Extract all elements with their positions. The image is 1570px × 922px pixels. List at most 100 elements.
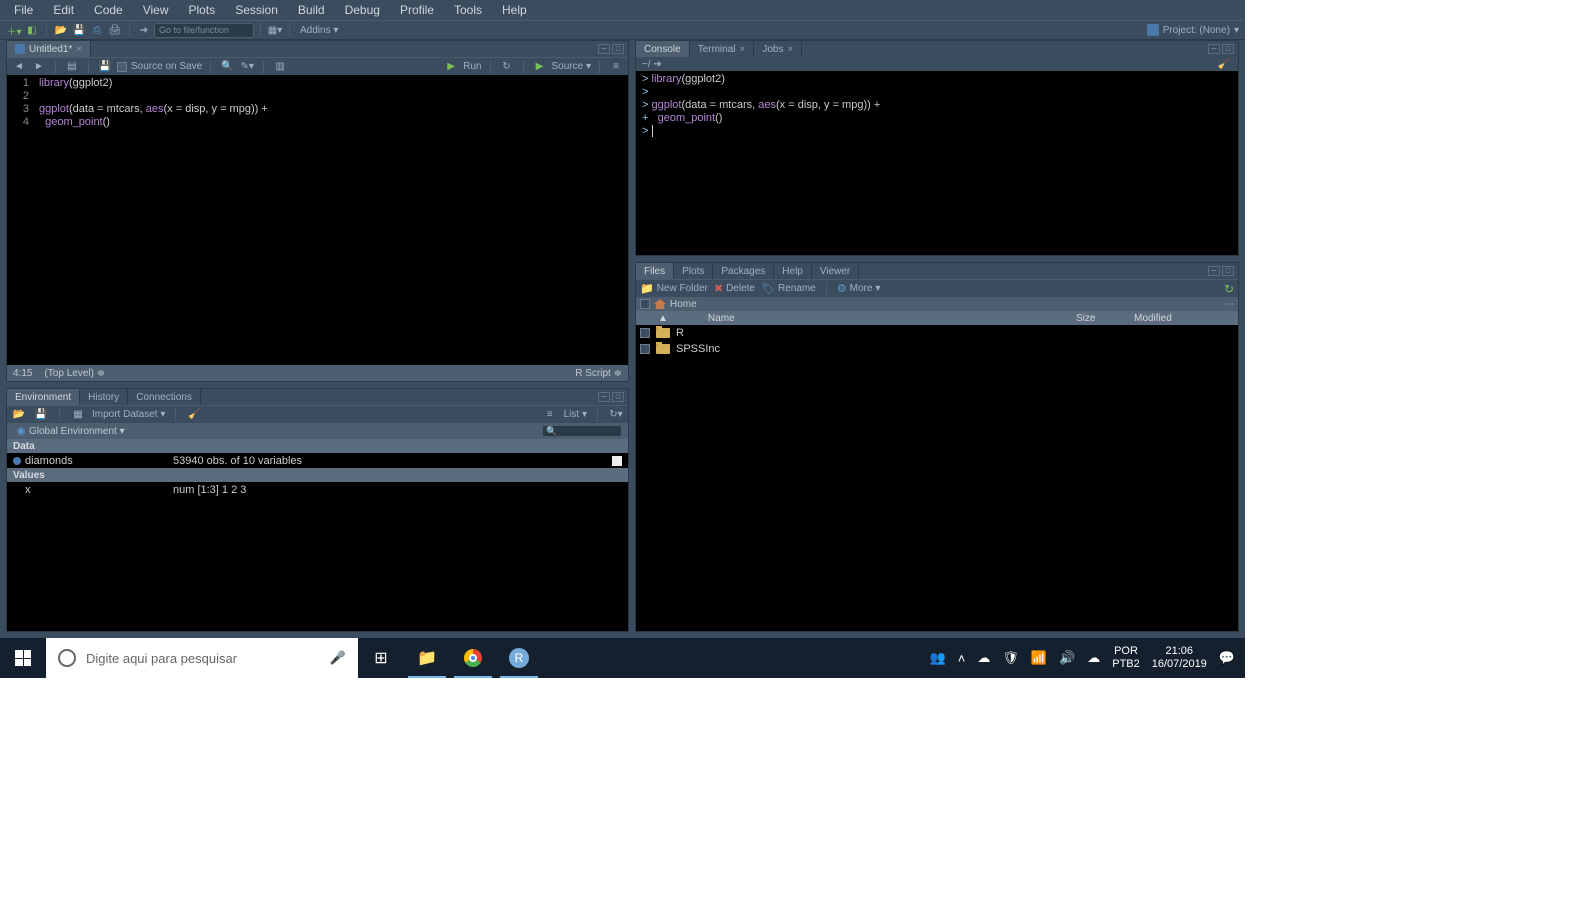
code-text[interactable]: library(ggplot2) ggplot(data = mtcars, a… bbox=[35, 75, 628, 365]
working-dir[interactable]: ~/ ➔ bbox=[642, 59, 662, 70]
tray-chevron-icon[interactable]: ˄ bbox=[958, 651, 966, 666]
tab-jobs[interactable]: Jobs × bbox=[754, 41, 802, 57]
run-button[interactable]: Run bbox=[463, 61, 481, 72]
file-row[interactable]: SPSSInc bbox=[636, 341, 1238, 357]
language-indicator[interactable]: PORPTB2 bbox=[1112, 645, 1140, 671]
wifi-icon[interactable]: 📶 bbox=[1031, 650, 1047, 666]
task-view-icon[interactable]: ⊞ bbox=[358, 638, 404, 678]
tab-terminal[interactable]: Terminal × bbox=[690, 41, 755, 57]
rstudio-icon[interactable]: R bbox=[496, 638, 542, 678]
new-folder-button[interactable]: 📁New Folder bbox=[640, 282, 708, 295]
view-data-icon[interactable] bbox=[612, 456, 622, 466]
scope-selector[interactable]: Global Environment ▾ bbox=[29, 426, 125, 437]
env-row-x[interactable]: x num [1:3] 1 2 3 bbox=[7, 482, 628, 497]
source-tab[interactable]: Untitled1* × bbox=[7, 41, 91, 57]
file-row[interactable]: R bbox=[636, 325, 1238, 341]
import-icon[interactable]: ▦ bbox=[70, 407, 86, 423]
close-icon[interactable]: × bbox=[787, 44, 793, 55]
menu-session[interactable]: Session bbox=[225, 3, 288, 17]
select-all-checkbox[interactable] bbox=[640, 299, 650, 309]
menu-debug[interactable]: Debug bbox=[335, 3, 390, 17]
more-path-icon[interactable]: ⋯ bbox=[1224, 299, 1234, 310]
cloud-icon[interactable]: ☁ bbox=[1087, 650, 1100, 666]
close-icon[interactable]: × bbox=[740, 44, 746, 55]
outline-icon[interactable]: ≡ bbox=[608, 59, 624, 75]
clock[interactable]: 21:0616/07/2019 bbox=[1152, 645, 1207, 671]
delete-button[interactable]: ✖Delete bbox=[714, 282, 755, 295]
run-icon[interactable]: ▶ bbox=[443, 59, 459, 75]
addins-menu[interactable]: Addins ▾ bbox=[296, 25, 342, 36]
menu-view[interactable]: View bbox=[133, 3, 179, 17]
onedrive-icon[interactable]: ☁ bbox=[977, 650, 990, 666]
grid-icon[interactable]: ▦▾ bbox=[267, 22, 283, 38]
source-icon[interactable]: ▶ bbox=[532, 59, 548, 75]
open-file-icon[interactable]: 📂 bbox=[53, 22, 69, 38]
refresh-icon[interactable]: ↻▾ bbox=[608, 407, 624, 423]
volume-icon[interactable]: 🔊 bbox=[1059, 650, 1075, 666]
menu-tools[interactable]: Tools bbox=[444, 3, 492, 17]
save-icon[interactable]: 💾 bbox=[71, 22, 87, 38]
taskbar-search[interactable]: Digite aqui para pesquisar 🎤 bbox=[46, 638, 358, 678]
env-row-diamonds[interactable]: diamonds 53940 obs. of 10 variables bbox=[7, 453, 628, 468]
more-button[interactable]: ⚙More ▾ bbox=[837, 282, 881, 295]
maximize-icon[interactable]: □ bbox=[1222, 266, 1234, 276]
expand-icon[interactable] bbox=[13, 457, 21, 465]
tab-console[interactable]: Console bbox=[636, 41, 690, 57]
tab-files[interactable]: Files bbox=[636, 263, 674, 279]
minimize-icon[interactable]: ─ bbox=[598, 392, 610, 402]
home-icon[interactable] bbox=[654, 299, 666, 309]
forward-icon[interactable]: ► bbox=[31, 59, 47, 75]
maximize-icon[interactable]: □ bbox=[1222, 44, 1234, 54]
security-icon[interactable]: 🛡 bbox=[1002, 650, 1019, 666]
microphone-icon[interactable]: 🎤 bbox=[330, 650, 346, 666]
new-file-icon[interactable]: ＋▾ bbox=[6, 22, 22, 38]
tab-packages[interactable]: Packages bbox=[713, 263, 774, 279]
broom-icon[interactable]: 🧹 bbox=[186, 407, 202, 423]
list-icon[interactable]: ≡ bbox=[542, 407, 558, 423]
menu-edit[interactable]: Edit bbox=[43, 3, 84, 17]
start-button[interactable] bbox=[0, 638, 46, 678]
tab-connections[interactable]: Connections bbox=[128, 389, 201, 405]
col-name[interactable]: Name bbox=[676, 313, 1068, 324]
tab-history[interactable]: History bbox=[80, 389, 128, 405]
source-button[interactable]: Source ▾ bbox=[552, 61, 592, 72]
people-icon[interactable]: 👥 bbox=[930, 650, 946, 666]
row-checkbox[interactable] bbox=[640, 344, 650, 354]
minimize-icon[interactable]: ─ bbox=[598, 44, 610, 54]
menu-profile[interactable]: Profile bbox=[390, 3, 444, 17]
clear-console-icon[interactable]: 🧹 bbox=[1216, 56, 1232, 72]
find-icon[interactable]: 🔍 bbox=[219, 59, 235, 75]
notifications-icon[interactable]: 💬 bbox=[1219, 650, 1235, 666]
tab-plots[interactable]: Plots bbox=[674, 263, 713, 279]
import-dataset-button[interactable]: Import Dataset ▾ bbox=[92, 409, 165, 420]
list-view-button[interactable]: List ▾ bbox=[564, 409, 587, 420]
project-menu[interactable]: Project: (None) ▾ bbox=[1147, 24, 1239, 36]
refresh-icon[interactable]: ↻ bbox=[1224, 282, 1234, 296]
tab-help[interactable]: Help bbox=[774, 263, 812, 279]
save-all-icon[interactable]: ⎙ bbox=[89, 22, 105, 38]
breadcrumb-home[interactable]: Home bbox=[670, 299, 697, 310]
minimize-icon[interactable]: ─ bbox=[1208, 266, 1220, 276]
wand-icon[interactable]: ✎▾ bbox=[239, 59, 255, 75]
file-type[interactable]: R Script ≑ bbox=[575, 368, 622, 379]
menu-plots[interactable]: Plots bbox=[179, 3, 226, 17]
new-project-icon[interactable]: ◧ bbox=[24, 22, 40, 38]
console-output[interactable]: > library(ggplot2) > > ggplot(data = mtc… bbox=[636, 71, 1238, 255]
menu-file[interactable]: File bbox=[4, 3, 43, 17]
load-icon[interactable]: 📂 bbox=[11, 407, 27, 423]
col-modified[interactable]: Modified bbox=[1134, 313, 1234, 324]
tab-environment[interactable]: Environment bbox=[7, 389, 80, 405]
minimize-icon[interactable]: ─ bbox=[1208, 44, 1220, 54]
menu-code[interactable]: Code bbox=[84, 3, 133, 17]
scope-indicator[interactable]: (Top Level) ≑ bbox=[44, 368, 105, 379]
source-on-save-checkbox[interactable] bbox=[117, 62, 127, 72]
code-editor[interactable]: 1234 library(ggplot2) ggplot(data = mtca… bbox=[7, 75, 628, 365]
menu-build[interactable]: Build bbox=[288, 3, 335, 17]
goto-file-input[interactable]: Go to file/function bbox=[154, 23, 254, 38]
save-icon[interactable]: 💾 bbox=[97, 59, 113, 75]
menu-help[interactable]: Help bbox=[492, 3, 537, 17]
back-icon[interactable]: ◄ bbox=[11, 59, 27, 75]
rename-button[interactable]: 🏷Rename bbox=[761, 282, 816, 295]
chrome-icon[interactable] bbox=[450, 638, 496, 678]
show-doc-icon[interactable]: ▤ bbox=[64, 59, 80, 75]
